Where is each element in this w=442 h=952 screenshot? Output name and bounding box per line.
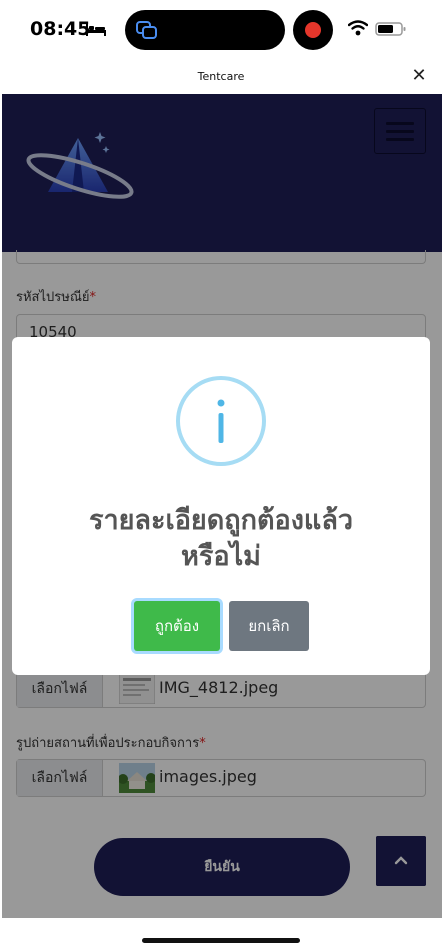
wifi-icon	[348, 20, 368, 36]
bed-icon	[86, 24, 106, 36]
dynamic-island	[125, 10, 285, 50]
browser-header: Tentcare ✕	[0, 60, 442, 94]
confirm-button[interactable]: ถูกต้อง	[134, 601, 220, 651]
browser-title: Tentcare	[197, 70, 245, 83]
battery-icon	[375, 22, 406, 36]
home-indicator[interactable]	[142, 938, 300, 943]
recording-indicator	[293, 10, 333, 50]
dialog-title-line-2: หรือไม่	[181, 541, 261, 572]
close-icon[interactable]: ✕	[408, 65, 430, 87]
status-bar: 08:45	[0, 0, 442, 60]
recording-dot-icon	[305, 22, 321, 38]
status-time: 08:45	[30, 18, 91, 40]
dialog-title: รายละเอียดถูกต้องแล้ว หรือไม่	[12, 503, 430, 575]
info-icon	[176, 376, 266, 466]
confirmation-dialog: รายละเอียดถูกต้องแล้ว หรือไม่ ถูกต้อง ยก…	[12, 337, 430, 675]
screen-mirroring-icon	[136, 21, 157, 39]
dialog-title-line-1: รายละเอียดถูกต้องแล้ว	[88, 505, 354, 536]
cancel-button[interactable]: ยกเลิก	[229, 601, 309, 651]
